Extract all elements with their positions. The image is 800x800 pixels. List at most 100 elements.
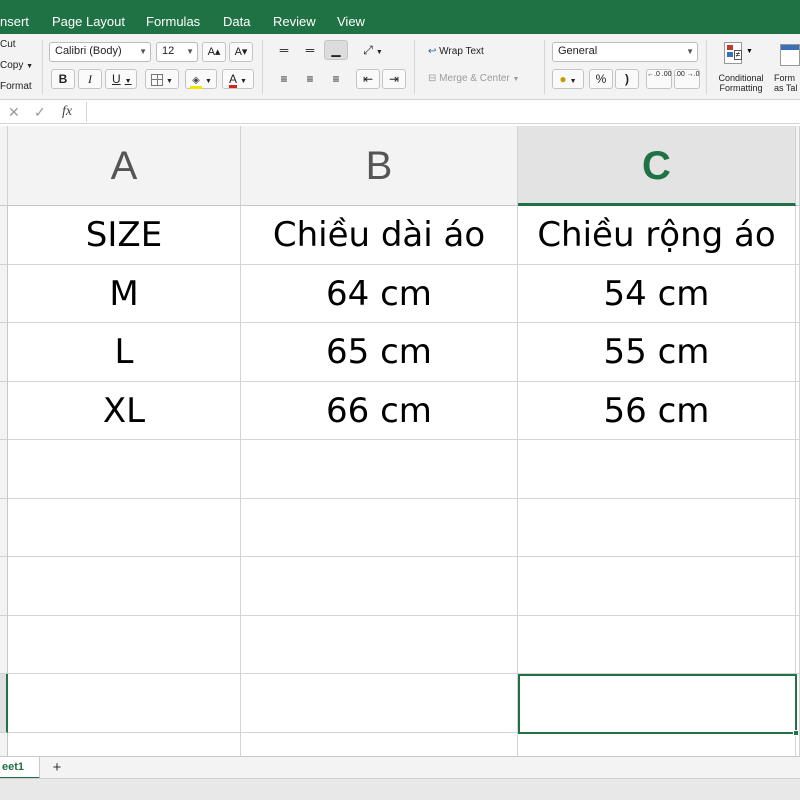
row-header[interactable] [0, 264, 8, 323]
cell-d10[interactable] [796, 732, 800, 756]
cell-c7[interactable] [518, 557, 796, 616]
cut-button[interactable]: Cut [0, 39, 16, 50]
cell-b8[interactable] [241, 615, 518, 674]
tab-data[interactable]: Data [223, 14, 250, 30]
align-middle-icon[interactable]: ═ [298, 40, 322, 60]
borders-button[interactable]: ▼ [145, 69, 179, 89]
cell-b2[interactable]: 64 cm [241, 264, 518, 323]
row-header[interactable] [0, 206, 8, 265]
conditional-formatting-icon[interactable]: ≠ ▼ [722, 42, 753, 68]
cell-c1[interactable]: Chiều rộng áo [518, 206, 796, 265]
shrink-font-button[interactable]: A▾ [229, 42, 253, 62]
tab-page-layout[interactable]: Page Layout [52, 14, 125, 30]
cell-b9[interactable] [241, 674, 518, 733]
cell-b6[interactable] [241, 498, 518, 557]
sheet-tab-sheet1[interactable]: eet1 [0, 757, 40, 779]
fill-handle[interactable] [793, 729, 799, 736]
cell-a4[interactable]: XL [8, 381, 241, 440]
cell-c5[interactable] [518, 440, 796, 499]
font-name-select[interactable]: Calibri (Body) ▼ [49, 42, 151, 62]
font-color-button[interactable]: A ▼ [222, 69, 254, 89]
row-header[interactable] [0, 674, 8, 733]
cancel-icon[interactable]: ✕ [8, 104, 20, 121]
cell-c3[interactable]: 55 cm [518, 323, 796, 382]
accounting-format-button[interactable]: ● ▼ [552, 69, 584, 89]
cell-c10[interactable] [518, 732, 796, 756]
add-sheet-button[interactable]: + [48, 757, 66, 779]
row-header[interactable] [0, 498, 8, 557]
cell-d7[interactable] [796, 557, 800, 616]
cell-d8[interactable] [796, 615, 800, 674]
cell-b7[interactable] [241, 557, 518, 616]
row-header[interactable] [0, 615, 8, 674]
cell-b10[interactable] [241, 732, 518, 756]
tab-review[interactable]: Review [273, 14, 316, 30]
cell-c2[interactable]: 54 cm [518, 264, 796, 323]
formula-input[interactable] [94, 104, 794, 120]
tab-formulas[interactable]: Formulas [146, 14, 200, 30]
cell-b1[interactable]: Chiều dài áo [241, 206, 518, 265]
cell-a1[interactable]: SIZE [8, 206, 241, 265]
wrap-text-button[interactable]: ↩ Wrap Text [428, 46, 484, 57]
cell-d4[interactable] [796, 381, 800, 440]
row-header[interactable] [0, 381, 8, 440]
fill-color-button[interactable]: ◈ ▼ [185, 69, 217, 89]
underline-button[interactable]: U ▼ [105, 69, 137, 89]
format-painter-button[interactable]: Format [0, 81, 32, 92]
cell-b3[interactable]: 65 cm [241, 323, 518, 382]
cell-c6[interactable] [518, 498, 796, 557]
bold-button[interactable]: B [51, 69, 75, 89]
decrease-decimal-button[interactable]: .00 →.0 [674, 69, 700, 89]
increase-decimal-button[interactable]: ←.0 .00 [646, 69, 672, 89]
orientation-button[interactable]: ⤢ ▼ [356, 40, 390, 60]
cell-d6[interactable] [796, 498, 800, 557]
cell-a10[interactable] [8, 732, 241, 756]
column-header-b[interactable]: B [241, 126, 518, 206]
tab-insert[interactable]: nsert [0, 14, 29, 30]
format-as-table-button[interactable]: Form as Tal [774, 73, 797, 93]
align-top-icon[interactable]: ═ [272, 40, 296, 60]
cell-d2[interactable] [796, 264, 800, 323]
function-icon[interactable]: fx [62, 104, 72, 120]
cell-a9[interactable] [8, 674, 241, 733]
align-right-icon[interactable]: ≡ [324, 69, 348, 89]
align-bottom-icon[interactable]: ▁ [324, 40, 348, 60]
row-header[interactable] [0, 323, 8, 382]
cell-b5[interactable] [241, 440, 518, 499]
format-as-table-icon[interactable] [780, 44, 800, 66]
cell-c8[interactable] [518, 615, 796, 674]
cell-a7[interactable] [8, 557, 241, 616]
cell-a2[interactable]: M [8, 264, 241, 323]
cell-d5[interactable] [796, 440, 800, 499]
column-header-d[interactable] [796, 126, 800, 206]
italic-button[interactable]: I [78, 69, 102, 89]
align-center-icon[interactable]: ≡ [298, 69, 322, 89]
copy-button[interactable]: Copy ▼ [0, 60, 33, 71]
tab-view[interactable]: View [337, 14, 365, 30]
row-header[interactable] [0, 557, 8, 616]
cell-d3[interactable] [796, 323, 800, 382]
align-left-icon[interactable]: ≡ [272, 69, 296, 89]
grow-font-button[interactable]: A▴ [202, 42, 226, 62]
enter-icon[interactable]: ✓ [34, 104, 46, 121]
cell-c4[interactable]: 56 cm [518, 381, 796, 440]
cell-d1[interactable] [796, 206, 800, 265]
cell-b4[interactable]: 66 cm [241, 381, 518, 440]
percent-style-button[interactable]: % [589, 69, 613, 89]
row-header[interactable] [0, 732, 8, 756]
decrease-indent-icon[interactable]: ⇤ [356, 69, 380, 89]
column-header-a[interactable]: A [8, 126, 241, 206]
conditional-formatting-button[interactable]: Conditional Formatting [714, 73, 768, 93]
select-all-corner[interactable] [0, 126, 8, 206]
number-format-select[interactable]: General ▼ [552, 42, 698, 62]
cell-a5[interactable] [8, 440, 241, 499]
row-header[interactable] [0, 440, 8, 499]
cell-a6[interactable] [8, 498, 241, 557]
font-size-select[interactable]: 12 ▼ [156, 42, 198, 62]
increase-indent-icon[interactable]: ⇥ [382, 69, 406, 89]
comma-style-button[interactable]: ) [615, 69, 639, 89]
cell-a8[interactable] [8, 615, 241, 674]
cell-a3[interactable]: L [8, 323, 241, 382]
column-header-c[interactable]: C [518, 126, 796, 206]
merge-center-button[interactable]: ⊟ Merge & Center ▼ [428, 73, 519, 84]
